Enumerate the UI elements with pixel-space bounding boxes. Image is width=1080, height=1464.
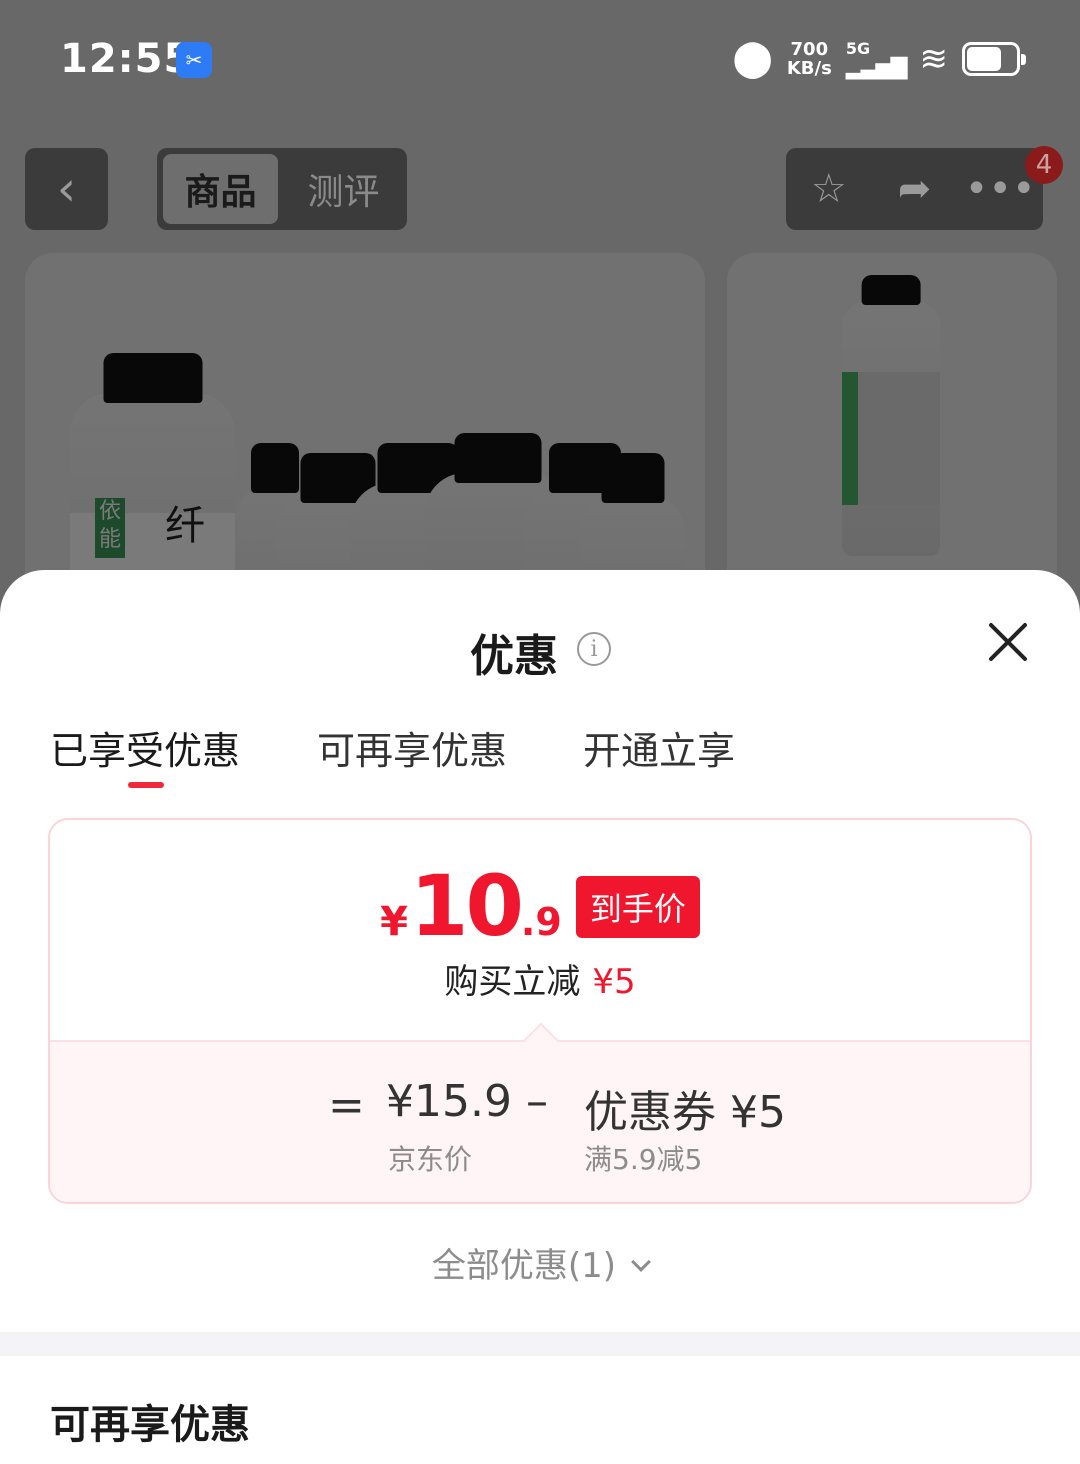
base-price-label: 京东价 [388,1143,473,1176]
tab-enjoyed-discounts[interactable]: 已享受优惠 [50,720,240,775]
reduce-amount: ¥5 [592,962,636,1002]
modal-overlay[interactable] [0,0,1080,640]
section-title-more-discounts: 可再享优惠 [50,1402,250,1448]
all-deals-label: 全部优惠(1) [431,1246,617,1286]
sheet-title: 优惠 [470,631,558,682]
all-deals-toggle[interactable]: 全部优惠(1) [0,1238,1080,1287]
nav-actions: ☆ ➦ ••• 4 [786,146,1063,230]
deal-card: ¥ 10 .9 到手价 购买立减 ¥5 = ¥15.9 京东价 – 优惠券 ¥5 … [48,818,1032,1204]
price-currency: ¥ [380,899,409,945]
info-icon[interactable]: i [577,632,611,666]
final-price: ¥ 10 .9 [380,864,562,948]
screen-capture-icon: ✂ [176,42,212,78]
minus-sign: – [526,1076,548,1127]
tab-product[interactable]: 商品 [163,154,278,224]
signal-icon: 5G ▂▃▅▇ [845,39,908,80]
nav-tabs: 商品 测评 [157,148,407,230]
base-price: ¥15.9 [386,1076,512,1127]
top-nav: ‹ 商品 测评 ☆ ➦ ••• 4 [0,146,1080,230]
back-icon[interactable]: ‹ [25,148,108,230]
reduce-label: 购买立减 [444,962,581,1002]
close-icon[interactable] [984,618,1032,666]
tab-open-membership[interactable]: 开通立享 [583,720,735,775]
section-divider [0,1332,1080,1356]
network-speed: 700 KB/s [786,38,832,79]
notification-badge: 4 [1025,146,1063,184]
status-bar: 12:55 ✂ ⬤ 700 KB/s 5G ▂▃▅▇ ≋ [0,30,1080,90]
status-time: 12:55 [60,36,193,82]
final-price-tag: 到手价 [575,876,700,938]
coupon-amount: 优惠券 ¥5 [584,1087,786,1138]
coupon-rule: 满5.9减5 [584,1143,703,1176]
chevron-down-icon [631,1252,651,1272]
price-breakdown: = ¥15.9 京东价 – 优惠券 ¥5 满5.9减5 [50,1022,1030,1202]
tab-active-indicator [128,782,164,788]
tab-review[interactable]: 测评 [286,154,401,224]
final-price-row: ¥ 10 .9 到手价 [50,858,1030,948]
instant-reduction: 购买立减 ¥5 [50,954,1030,1003]
breakdown-pointer [522,1022,560,1060]
discount-tabs: 已享受优惠 可再享优惠 开通立享 [0,720,1080,800]
star-icon[interactable]: ☆ [789,166,869,212]
share-icon[interactable]: ➦ [874,166,954,212]
wifi-icon: ≋ [919,38,949,79]
price-integer: 10 [410,857,524,955]
location-icon: ⬤ [732,38,773,79]
equals-sign: = [328,1080,365,1131]
price-decimal: .9 [520,900,562,944]
discount-sheet: 优惠 i 已享受优惠 可再享优惠 开通立享 ¥ 10 .9 到手价 购买立减 ¥5… [0,570,1080,1464]
battery-icon [962,41,1026,76]
tab-more-discounts[interactable]: 可再享优惠 [317,720,507,775]
